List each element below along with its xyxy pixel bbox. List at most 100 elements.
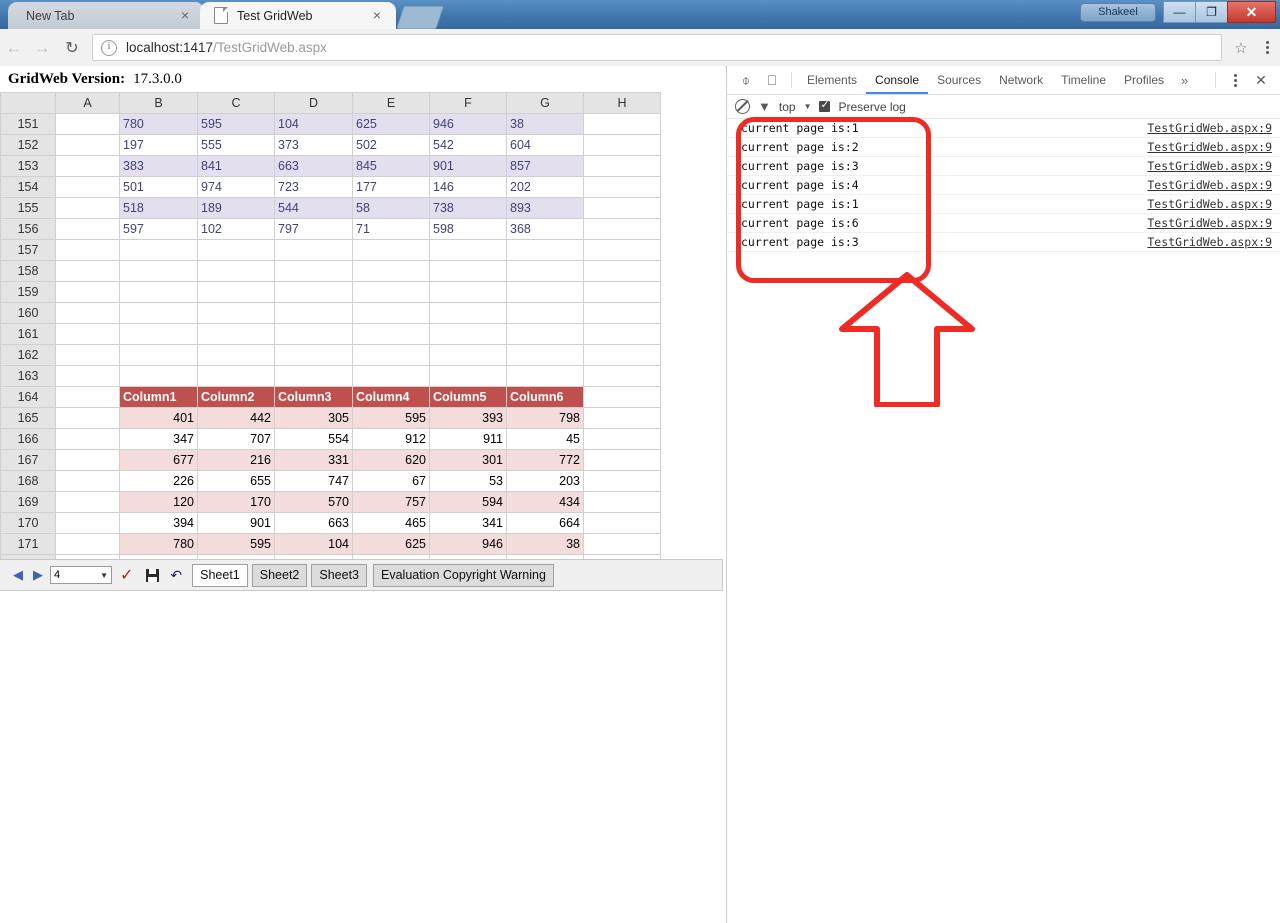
grid-row-header[interactable]: 157 <box>0 239 56 261</box>
grid-cell[interactable] <box>583 197 661 219</box>
grid-cell[interactable] <box>583 218 661 240</box>
grid-row[interactable]: 162 <box>0 344 661 366</box>
grid-row-header[interactable]: 155 <box>0 197 56 219</box>
grid-cell[interactable] <box>429 365 507 387</box>
clear-console-icon[interactable] <box>735 99 750 114</box>
grid-cell[interactable]: 383 <box>119 155 198 177</box>
grid-cell[interactable]: 555 <box>197 134 275 156</box>
grid-cell[interactable]: 798 <box>506 407 584 429</box>
grid-cell[interactable] <box>506 323 584 345</box>
grid-row-header[interactable]: 153 <box>0 155 56 177</box>
grid-cell[interactable]: 104 <box>274 533 353 555</box>
grid-cell[interactable] <box>197 239 275 261</box>
browser-tab-test-gridweb[interactable]: Test GridWeb × <box>200 2 396 29</box>
grid-cell[interactable] <box>583 470 661 492</box>
grid-row[interactable]: 152 197 555 373 502 542 604 <box>0 134 661 156</box>
grid-cell[interactable] <box>352 344 430 366</box>
grid-row[interactable]: 169 120 170 570 757 594 434 <box>0 491 661 513</box>
console-source-link[interactable]: TestGridWeb.aspx:9 <box>1147 121 1280 135</box>
grid-cell[interactable]: Column2 <box>197 386 275 408</box>
previous-page-button[interactable]: ◀ <box>10 567 26 583</box>
grid-cell[interactable]: 554 <box>274 428 353 450</box>
grid-cell[interactable] <box>583 344 661 366</box>
grid-cell[interactable] <box>197 323 275 345</box>
grid-row-header[interactable]: 158 <box>0 260 56 282</box>
device-toolbar-icon[interactable]: ⎕ <box>759 72 785 89</box>
grid-cell[interactable] <box>274 344 353 366</box>
grid-cell[interactable] <box>506 365 584 387</box>
grid-cell[interactable] <box>55 491 120 513</box>
grid-cell[interactable] <box>119 281 198 303</box>
grid-cell[interactable]: 664 <box>506 512 584 534</box>
grid-cell[interactable] <box>274 323 353 345</box>
tab-sources[interactable]: Sources <box>928 66 990 94</box>
next-page-button[interactable]: ▶ <box>30 567 46 583</box>
grid-cell[interactable] <box>55 512 120 534</box>
grid-cell[interactable]: 226 <box>119 470 198 492</box>
site-info-icon[interactable]: i <box>101 39 117 56</box>
grid-select-all-corner[interactable] <box>0 92 56 114</box>
grid-cell[interactable] <box>583 323 661 345</box>
grid-cell[interactable]: 38 <box>506 113 584 135</box>
bookmark-star-icon[interactable]: ☆ <box>1228 39 1254 57</box>
grid-cell[interactable]: 38 <box>506 533 584 555</box>
grid-cell[interactable]: 625 <box>352 113 430 135</box>
grid-row-header[interactable]: 159 <box>0 281 56 303</box>
grid-cell[interactable] <box>352 365 430 387</box>
grid-cell[interactable]: Column5 <box>429 386 507 408</box>
close-icon[interactable]: ✕ <box>1227 1 1276 23</box>
grid-row-header[interactable]: 163 <box>0 365 56 387</box>
grid-cell[interactable]: 620 <box>352 449 430 471</box>
grid-row[interactable]: 163 <box>0 365 661 387</box>
grid-row[interactable]: 157 <box>0 239 661 261</box>
console-source-link[interactable]: TestGridWeb.aspx:9 <box>1147 178 1280 192</box>
grid-cell[interactable]: 67 <box>352 470 430 492</box>
grid-cell[interactable]: 394 <box>119 512 198 534</box>
grid-cell[interactable] <box>583 449 661 471</box>
grid-cell[interactable]: 857 <box>506 155 584 177</box>
grid-cell[interactable] <box>583 239 661 261</box>
grid-cell[interactable] <box>583 302 661 324</box>
grid-cell[interactable] <box>55 407 120 429</box>
tab-elements[interactable]: Elements <box>798 66 866 94</box>
grid-cell[interactable]: 780 <box>119 533 198 555</box>
grid-column-header-g[interactable]: G <box>506 92 584 114</box>
forward-arrow-icon[interactable]: → <box>28 38 56 58</box>
grid-row-header[interactable]: 166 <box>0 428 56 450</box>
grid-cell[interactable] <box>429 302 507 324</box>
grid-cell[interactable] <box>583 512 661 534</box>
grid-cell[interactable]: 502 <box>352 134 430 156</box>
grid-cell[interactable]: 598 <box>429 218 507 240</box>
grid-cell[interactable]: 58 <box>352 197 430 219</box>
grid-row[interactable]: 167 677 216 331 620 301 772 <box>0 449 661 471</box>
grid-cell[interactable]: 189 <box>197 197 275 219</box>
tab-console[interactable]: Console <box>866 66 929 94</box>
grid-cell[interactable]: 797 <box>274 218 353 240</box>
grid-cell[interactable] <box>274 260 353 282</box>
back-arrow-icon[interactable]: ← <box>0 38 28 58</box>
grid-row[interactable]: 156 597 102 797 71 598 368 <box>0 218 661 240</box>
grid-column-header-d[interactable]: D <box>274 92 353 114</box>
apply-check-icon[interactable]: ✓ <box>120 565 133 585</box>
grid-cell[interactable]: 301 <box>429 449 507 471</box>
browser-menu-icon[interactable] <box>1254 41 1280 54</box>
grid-cell[interactable]: 772 <box>506 449 584 471</box>
sheet-tab-sheet3[interactable]: Sheet3 <box>311 563 368 587</box>
grid-cell[interactable]: 368 <box>506 218 584 240</box>
grid-cell[interactable]: 177 <box>352 176 430 198</box>
grid-cell[interactable] <box>506 344 584 366</box>
console-source-link[interactable]: TestGridWeb.aspx:9 <box>1147 197 1280 211</box>
more-tabs-icon[interactable]: » <box>1173 73 1196 88</box>
grid-cell[interactable] <box>429 323 507 345</box>
grid-row[interactable]: 159 <box>0 281 661 303</box>
chevron-down-icon[interactable]: ▼ <box>100 571 108 580</box>
page-number-select[interactable]: 4 ▼ <box>50 566 112 584</box>
grid-cell[interactable] <box>274 302 353 324</box>
grid-row[interactable]: 151 780 595 104 625 946 38 <box>0 113 661 135</box>
grid-cell[interactable] <box>55 323 120 345</box>
maximize-icon[interactable]: ❐ <box>1195 1 1228 23</box>
grid-row-header[interactable]: 164 <box>0 386 56 408</box>
tab-network[interactable]: Network <box>990 66 1052 94</box>
grid-cell[interactable] <box>119 365 198 387</box>
grid-cell[interactable]: 544 <box>274 197 353 219</box>
